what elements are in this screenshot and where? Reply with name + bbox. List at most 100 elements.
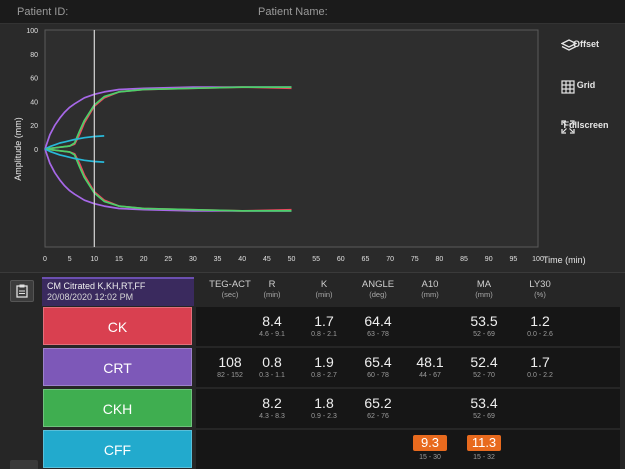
- tracing-chart: 100 80 60 40 20 0 0 5 10 15 20 25 30 35 40 45 50 55 60 65 70…: [0, 24, 625, 272]
- column-unit: (mm): [421, 290, 439, 299]
- reference-range: 4.3 - 8.3: [259, 413, 285, 420]
- offset-button[interactable]: Offset: [561, 39, 611, 51]
- result-value: 52.4: [470, 354, 498, 370]
- reference-range: 0.9 - 2.3: [311, 413, 337, 420]
- y-tick-label: 0: [34, 147, 38, 154]
- result-value: 1.7: [530, 354, 550, 370]
- grid-label: Grid: [576, 80, 596, 90]
- result-value: 1.7: [314, 313, 334, 329]
- column-unit: (mm): [475, 290, 493, 299]
- result-value: 64.4: [364, 313, 392, 329]
- reference-range: 52 - 69: [473, 413, 495, 420]
- x-tick-label: 40: [238, 256, 246, 263]
- reference-range: 52 - 70: [473, 372, 495, 379]
- app-root: Patient ID: Patient Name: 100 80 60 40 20 0 0 5…: [0, 0, 625, 469]
- y-axis-label: Amplitude (mm): [13, 117, 23, 181]
- out-of-range-value: 11.3: [467, 435, 501, 451]
- out-of-range-value: 9.3: [413, 435, 447, 451]
- column-header: LY30 (%): [512, 280, 568, 300]
- x-tick-label: 95: [509, 256, 517, 263]
- x-tick-label: 65: [362, 256, 370, 263]
- column-header: A10 (mm): [402, 280, 458, 300]
- x-tick-label: 10: [90, 256, 98, 263]
- x-axis-label: Time (min): [543, 255, 586, 265]
- reference-range: 52 - 69: [473, 331, 495, 338]
- reference-range: 4.6 - 9.1: [259, 331, 285, 338]
- result-value: 8.2: [262, 395, 282, 411]
- result-value: 65.2: [364, 395, 392, 411]
- fullscreen-button[interactable]: Fullscreen: [561, 120, 611, 134]
- tracing-chart-svg: 100 80 60 40 20 0 0 5 10 15 20 25 30 35 40 45 50 55 60 65 70…: [13, 28, 586, 265]
- assay-crt-button[interactable]: CRT: [43, 348, 192, 386]
- sample-info[interactable]: CM Citrated K,KH,RT,FF 20/08/2020 12:02 …: [42, 277, 194, 306]
- x-tick-label: 60: [337, 256, 345, 263]
- layers-icon: [561, 39, 577, 51]
- x-tick-label: 5: [68, 256, 72, 263]
- result-value: 1.2: [530, 313, 550, 329]
- x-tick-label: 50: [288, 256, 296, 263]
- reference-range: 60 - 78: [367, 372, 389, 379]
- result-value: 0.8: [262, 354, 282, 370]
- column-unit: (min): [315, 290, 333, 299]
- x-tick-label: 80: [436, 256, 444, 263]
- grid-button[interactable]: Grid: [561, 80, 611, 94]
- x-tick-label: 55: [312, 256, 320, 263]
- column-header: K (min): [296, 280, 352, 300]
- x-tick-label: 25: [164, 256, 172, 263]
- result-value: 53.5: [470, 313, 498, 329]
- patient-name-label: Patient Name:: [258, 6, 328, 18]
- results-panel: CM Citrated K,KH,RT,FF 20/08/2020 12:02 …: [0, 272, 625, 469]
- sample-datetime: 20/08/2020 12:02 PM: [47, 292, 134, 302]
- result-value: 48.1: [416, 354, 444, 370]
- y-tick-label: 100: [26, 28, 38, 35]
- result-value: 1.9: [314, 354, 334, 370]
- assay-ck-button[interactable]: CK: [43, 307, 192, 345]
- column-unit: (deg): [369, 290, 387, 299]
- x-tick-label: 20: [140, 256, 148, 263]
- x-tick-label: 75: [411, 256, 419, 263]
- x-tick-label: 70: [386, 256, 394, 263]
- x-tick-label: 45: [263, 256, 271, 263]
- column-unit: (%): [534, 290, 546, 299]
- assay-cff-button[interactable]: CFF: [43, 430, 192, 468]
- x-tick-label: 35: [214, 256, 222, 263]
- reference-range: 0.8 - 2.7: [311, 372, 337, 379]
- reference-range: 0.8 - 2.1: [311, 331, 337, 338]
- column-header: R (min): [244, 280, 300, 300]
- y-tick-label: 40: [30, 99, 38, 106]
- patient-header: Patient ID: Patient Name:: [0, 0, 625, 24]
- expand-icon: [561, 120, 575, 134]
- bottom-tab[interactable]: [10, 460, 38, 469]
- reference-range: 15 - 30: [419, 454, 441, 461]
- sample-title: CM Citrated K,KH,RT,FF: [47, 281, 146, 291]
- grid-icon: [561, 80, 575, 94]
- x-tick-label: 0: [43, 256, 47, 263]
- reference-range: 15 - 32: [473, 454, 495, 461]
- x-tick-label: 85: [460, 256, 468, 263]
- assay-ckh-button[interactable]: CKH: [43, 389, 192, 427]
- result-row: [196, 430, 620, 469]
- reference-range: 0.0 - 2.6: [527, 331, 553, 338]
- column-name: MA: [476, 279, 492, 290]
- column-name: K: [320, 279, 328, 290]
- column-name: LY30: [529, 279, 551, 290]
- result-value: 65.4: [364, 354, 392, 370]
- result-value: 53.4: [470, 395, 498, 411]
- clipboard-icon: [16, 284, 28, 298]
- column-header: ANGLE (deg): [350, 280, 406, 300]
- y-tick-label: 80: [30, 52, 38, 59]
- column-header: MA (mm): [456, 280, 512, 300]
- reference-range: 0.0 - 2.2: [527, 372, 553, 379]
- column-name: ANGLE: [361, 279, 395, 290]
- reference-range: 63 - 78: [367, 331, 389, 338]
- reference-range: 44 - 67: [419, 372, 441, 379]
- result-value: 8.4: [262, 313, 282, 329]
- report-button[interactable]: [10, 280, 34, 302]
- x-tick-label: 90: [485, 256, 493, 263]
- patient-id-label: Patient ID:: [17, 6, 69, 18]
- column-name: A10: [421, 279, 439, 290]
- plot-frame: [44, 29, 539, 248]
- y-tick-label: 20: [30, 123, 38, 130]
- result-value: 1.8: [314, 395, 334, 411]
- x-tick-label: 30: [189, 256, 197, 263]
